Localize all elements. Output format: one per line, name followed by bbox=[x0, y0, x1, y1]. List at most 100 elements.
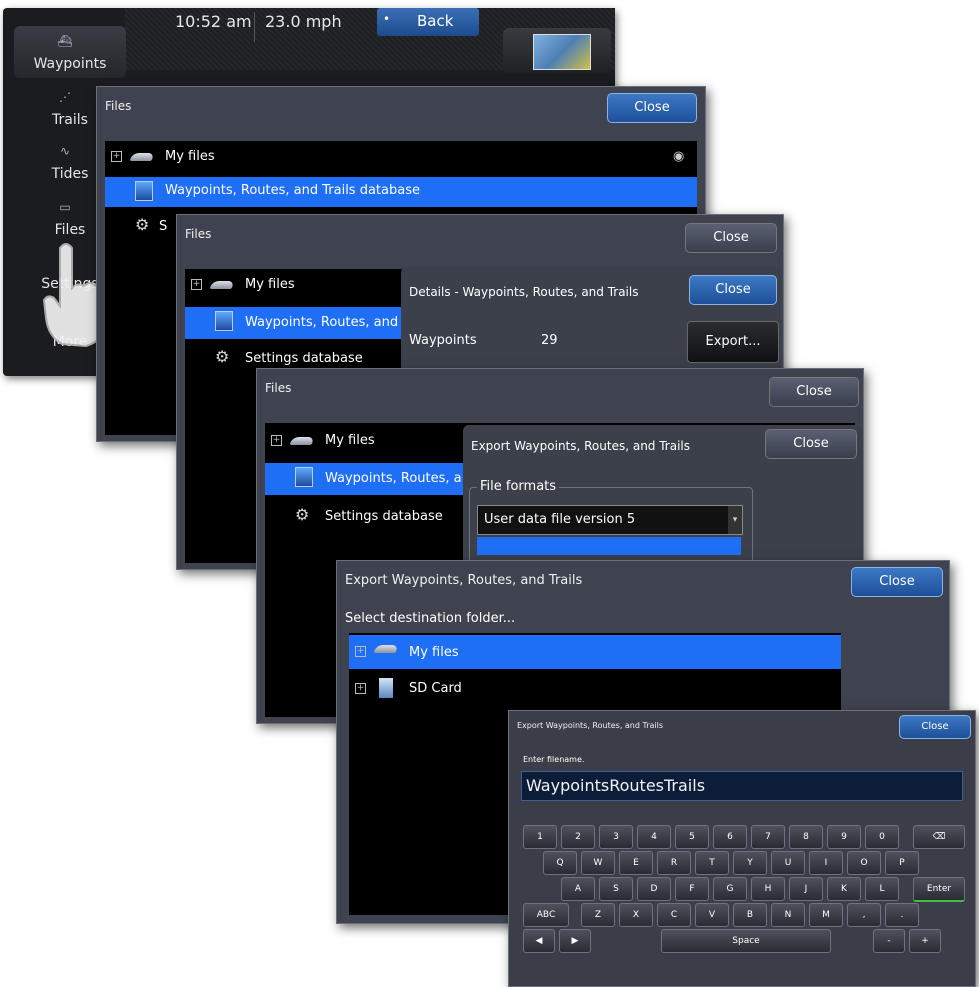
key-m[interactable]: M bbox=[809, 903, 843, 927]
details-close-button[interactable]: Close bbox=[689, 275, 777, 305]
time-readout: 10:52 am bbox=[175, 12, 252, 31]
close-button[interactable]: Close bbox=[899, 715, 971, 739]
key-8[interactable]: 8 bbox=[789, 825, 823, 849]
filename-input[interactable]: WaypointsRoutesTrails bbox=[521, 771, 963, 801]
key-7[interactable]: 7 bbox=[751, 825, 785, 849]
key-i[interactable]: I bbox=[809, 851, 843, 875]
key-w[interactable]: W bbox=[581, 851, 615, 875]
sd-card-icon bbox=[379, 678, 393, 698]
key-2[interactable]: 2 bbox=[561, 825, 595, 849]
file-format-select[interactable]: User data file version 5 ▾ bbox=[477, 505, 743, 535]
key-3[interactable]: 3 bbox=[599, 825, 633, 849]
destination-prompt: Select destination folder... bbox=[345, 611, 516, 626]
tree-row-label: My files bbox=[165, 149, 215, 164]
export-close-button[interactable]: Close bbox=[765, 429, 857, 459]
disk-icon bbox=[289, 437, 315, 445]
files-icon: ▭ bbox=[59, 200, 71, 214]
window-title: Files bbox=[105, 99, 132, 113]
status-divider bbox=[254, 12, 255, 42]
cursor-left-key[interactable]: ◀ bbox=[523, 929, 555, 953]
close-button[interactable]: Close bbox=[851, 567, 943, 597]
disk-icon bbox=[373, 645, 399, 653]
key-9[interactable]: 9 bbox=[827, 825, 861, 849]
key-p[interactable]: P bbox=[885, 851, 919, 875]
tree-row-label: Waypoints, Routes, and bbox=[245, 315, 399, 330]
radio-icon: ◉ bbox=[673, 149, 685, 164]
key-g[interactable]: G bbox=[713, 877, 747, 901]
key-comma[interactable]: , bbox=[847, 903, 881, 927]
tree-row-my-files[interactable]: + My files ◉ bbox=[105, 143, 697, 171]
on-screen-keyboard: 1 2 3 4 5 6 7 8 9 0 ⌫ Q W E R T Y U I O P A S D F G H J K L Enter ABC Z X… bbox=[509, 823, 975, 983]
key-d[interactable]: D bbox=[637, 877, 671, 901]
key-f[interactable]: F bbox=[675, 877, 709, 901]
key-r[interactable]: R bbox=[657, 851, 691, 875]
database-icon bbox=[215, 311, 233, 331]
key-s[interactable]: S bbox=[599, 877, 633, 901]
photo-thumbnail-icon bbox=[533, 34, 591, 70]
key-j[interactable]: J bbox=[789, 877, 823, 901]
key-5[interactable]: 5 bbox=[675, 825, 709, 849]
close-button[interactable]: Close bbox=[769, 377, 859, 407]
expand-icon: + bbox=[271, 435, 282, 446]
key-o[interactable]: O bbox=[847, 851, 881, 875]
key-z[interactable]: Z bbox=[581, 903, 615, 927]
folder-row-sd-card[interactable]: + SD Card bbox=[349, 675, 841, 705]
tree-row-label: Waypoints, Routes, a bbox=[325, 471, 462, 486]
tree-row-label: My files bbox=[325, 433, 375, 448]
waypoints-count-value: 29 bbox=[541, 333, 558, 348]
window-title: Export Waypoints, Routes, and Trails bbox=[345, 573, 583, 588]
key-q[interactable]: Q bbox=[543, 851, 577, 875]
space-key[interactable]: Space bbox=[661, 929, 831, 953]
folder-row-my-files[interactable]: + My files bbox=[349, 635, 841, 669]
export-button[interactable]: Export... bbox=[687, 321, 779, 363]
close-button[interactable]: Close bbox=[685, 223, 777, 253]
database-icon bbox=[295, 467, 313, 487]
expand-icon: + bbox=[191, 279, 202, 290]
key-c[interactable]: C bbox=[657, 903, 691, 927]
mode-key[interactable]: ABC bbox=[523, 903, 569, 927]
tree-row-label: Settings database bbox=[325, 509, 443, 524]
key-h[interactable]: H bbox=[751, 877, 785, 901]
key-v[interactable]: V bbox=[695, 903, 729, 927]
key-1[interactable]: 1 bbox=[523, 825, 557, 849]
expand-icon: + bbox=[355, 646, 366, 657]
key-x[interactable]: X bbox=[619, 903, 653, 927]
filename-value: WaypointsRoutesTrails bbox=[526, 776, 706, 795]
tree-row-waypoints-db[interactable]: Waypoints, Routes, and Trails database bbox=[105, 177, 697, 207]
enter-key[interactable]: Enter bbox=[913, 877, 965, 902]
key-0[interactable]: 0 bbox=[865, 825, 899, 849]
sidebar-item-waypoints[interactable]: ⛴ Waypoints bbox=[14, 26, 126, 78]
key-n[interactable]: N bbox=[771, 903, 805, 927]
key-b[interactable]: B bbox=[733, 903, 767, 927]
key-k[interactable]: K bbox=[827, 877, 861, 901]
key-6[interactable]: 6 bbox=[713, 825, 747, 849]
export-title: Export Waypoints, Routes, and Trails bbox=[471, 439, 691, 453]
disk-icon bbox=[209, 281, 235, 289]
photo-button[interactable] bbox=[503, 28, 611, 73]
close-button[interactable]: Close bbox=[607, 93, 697, 123]
speed-readout: 23.0 mph bbox=[265, 12, 342, 31]
key-period[interactable]: . bbox=[885, 903, 919, 927]
tree-row-label: My files bbox=[245, 277, 295, 292]
minus-key[interactable]: - bbox=[873, 929, 905, 953]
key-t[interactable]: T bbox=[695, 851, 729, 875]
tides-icon: ∿ bbox=[59, 144, 71, 158]
tree-row-label: Waypoints, Routes, and Trails database bbox=[165, 183, 420, 198]
key-4[interactable]: 4 bbox=[637, 825, 671, 849]
back-button-label: Back bbox=[417, 12, 454, 30]
file-format-option-highlight[interactable] bbox=[477, 537, 741, 555]
expand-icon: + bbox=[111, 151, 122, 162]
key-u[interactable]: U bbox=[771, 851, 805, 875]
key-e[interactable]: E bbox=[619, 851, 653, 875]
file-formats-legend: File formats bbox=[477, 479, 560, 494]
key-l[interactable]: L bbox=[865, 877, 899, 901]
key-y[interactable]: Y bbox=[733, 851, 767, 875]
window-title: Export Waypoints, Routes, and Trails bbox=[517, 721, 664, 730]
key-a[interactable]: A bbox=[561, 877, 595, 901]
back-button[interactable]: • Back bbox=[377, 8, 479, 36]
cursor-right-key[interactable]: ▶ bbox=[559, 929, 591, 953]
plus-key[interactable]: + bbox=[909, 929, 941, 953]
backspace-key[interactable]: ⌫ bbox=[913, 825, 965, 849]
back-dot-icon: • bbox=[383, 12, 391, 26]
export-format-panel: Export Waypoints, Routes, and Trails Clo… bbox=[463, 425, 863, 569]
